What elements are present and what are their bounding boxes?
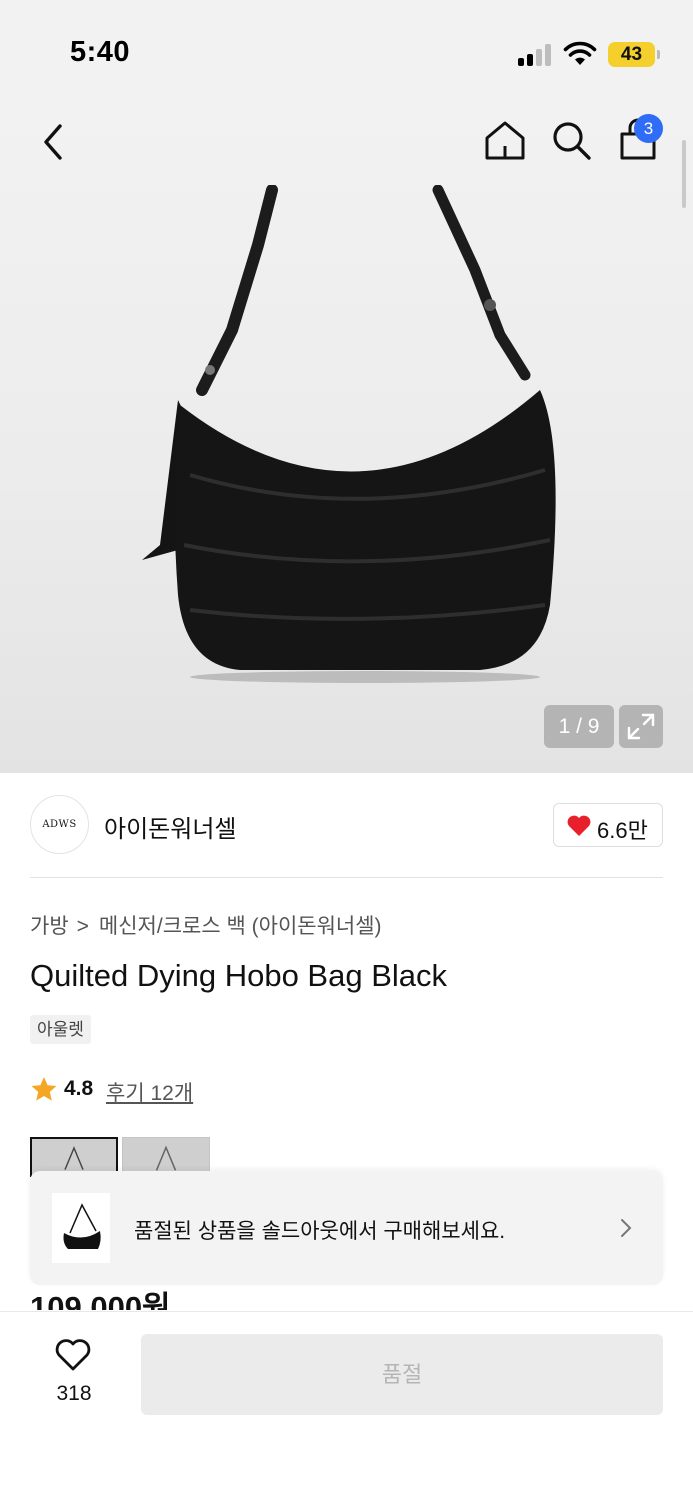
banner-product-image xyxy=(52,1193,110,1263)
heart-outline-icon xyxy=(55,1339,91,1371)
rating-score: 4.8 xyxy=(64,1077,94,1100)
wifi-icon xyxy=(563,41,597,65)
brand-like-count: 6.6만 xyxy=(597,818,648,843)
chevron-right-icon xyxy=(621,1219,632,1237)
brand-name[interactable]: 아이돈워너셀 xyxy=(104,809,236,844)
back-icon[interactable] xyxy=(34,120,74,164)
cart-count-badge: 3 xyxy=(634,114,663,143)
breadcrumb-separator: > xyxy=(76,915,89,938)
review-count-link[interactable]: 후기 12개 xyxy=(106,1077,193,1107)
outlet-tag: 아울렛 xyxy=(30,1015,91,1044)
brand-like-button[interactable]: 6.6만 xyxy=(553,803,663,847)
soldout-purchase-button[interactable]: 품절 xyxy=(141,1334,663,1415)
expand-image-button[interactable] xyxy=(619,705,663,748)
breadcrumb-category[interactable]: 가방 xyxy=(30,915,69,938)
expand-icon xyxy=(627,713,655,740)
product-image-gallery[interactable] xyxy=(0,100,693,773)
brand-logo[interactable]: ADWS xyxy=(30,795,89,854)
divider xyxy=(30,877,663,878)
bag-thumbnail-icon xyxy=(63,1203,101,1249)
bag-thumbnail-image xyxy=(64,1146,84,1170)
wishlist-button[interactable]: 318 xyxy=(38,1332,110,1412)
search-icon[interactable] xyxy=(549,118,593,162)
heart-icon xyxy=(567,815,591,836)
breadcrumb: 가방 > 메신저/크로스 백 (아이돈워너셀) xyxy=(30,910,382,940)
image-page-indicator: 1 / 9 xyxy=(544,705,614,748)
product-title: Quilted Dying Hobo Bag Black xyxy=(30,958,448,993)
scrollbar[interactable] xyxy=(682,140,686,208)
battery-tip xyxy=(657,50,660,59)
soldout-banner[interactable]: 품절된 상품을 솔드아웃에서 구매해보세요. xyxy=(30,1171,663,1285)
banner-text: 품절된 상품을 솔드아웃에서 구매해보세요. xyxy=(134,1220,506,1243)
star-icon xyxy=(31,1077,57,1101)
wishlist-count: 318 xyxy=(56,1382,92,1405)
product-price: 109,000원 xyxy=(30,1290,171,1310)
product-bag-image xyxy=(142,185,556,683)
breadcrumb-subcategory[interactable]: 메신저/크로스 백 (아이돈워너셀) xyxy=(99,915,382,938)
battery-indicator: 43 xyxy=(608,42,655,67)
status-time: 5:40 xyxy=(70,36,131,68)
cellular-signal-icon xyxy=(518,44,554,66)
home-icon[interactable] xyxy=(483,118,527,162)
